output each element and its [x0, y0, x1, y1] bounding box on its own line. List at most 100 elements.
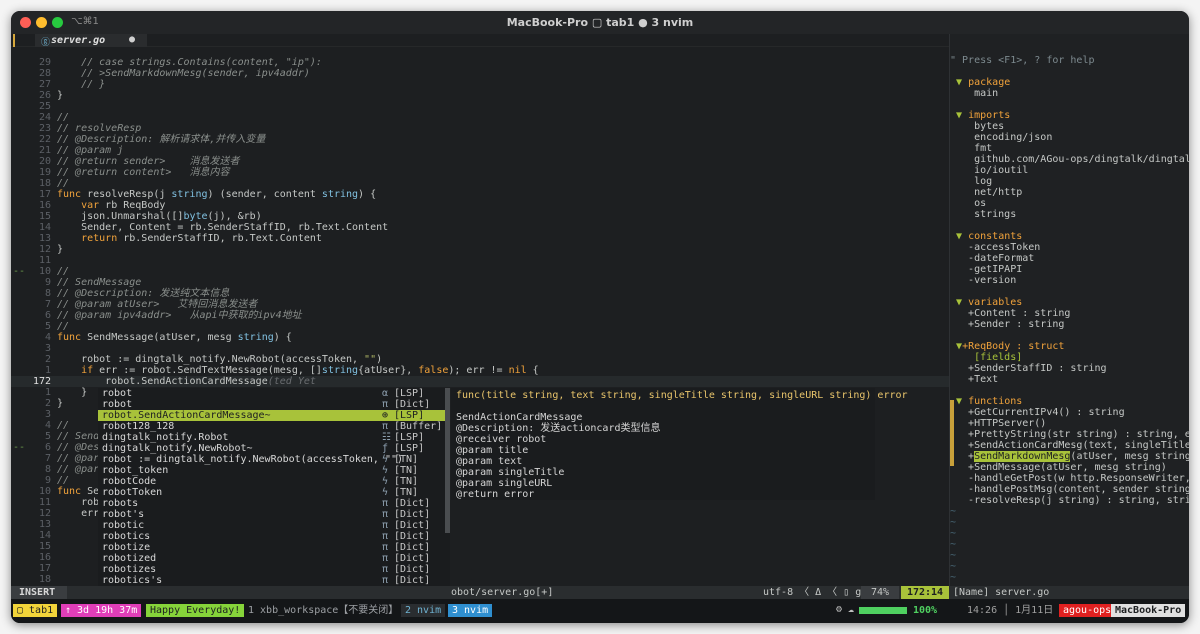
buffer-tab-filename[interactable]: server.go	[51, 35, 105, 46]
tagbar-item[interactable]: -version	[950, 275, 1189, 286]
tagbar-item[interactable]: +SendActionCardMesg(text, singleTitle	[950, 440, 1189, 451]
tagbar-item[interactable]: encoding/json	[950, 132, 1189, 143]
code-line[interactable]: 24 //	[11, 112, 949, 123]
completion-scrollbar[interactable]	[445, 388, 450, 533]
tagbar-section-header[interactable]: ▼ functions	[950, 396, 1189, 407]
completion-item[interactable]: robotToken ϟ [TN]	[98, 487, 450, 498]
code-line[interactable]: 8 // @Description: 发送纯文本信息	[11, 288, 949, 299]
completion-item[interactable]: robotized π [Dict]	[98, 553, 450, 564]
tmux-session[interactable]: ▢ tab1	[13, 604, 58, 617]
fold-triangle-icon[interactable]: ▼	[956, 77, 962, 88]
tagbar-section-header[interactable]: ▼ imports	[950, 110, 1189, 121]
completion-item[interactable]: robotCode ϟ [TN]	[98, 476, 450, 487]
code-line[interactable]: 9 // SendMessage	[11, 277, 949, 288]
code-line[interactable]: 21 // @param j	[11, 145, 949, 156]
tagbar-item[interactable]: net/http	[950, 187, 1189, 198]
code-line[interactable]: 2 robot := dingtalk_notify.NewRobot(acce…	[11, 354, 949, 365]
code-line[interactable]: 18 //	[11, 178, 949, 189]
tagbar-subgroup[interactable]: [fields]	[950, 352, 1189, 363]
tagbar-item[interactable]: -dateFormat	[950, 253, 1189, 264]
code-line[interactable]: 20 // @return sender> 消息发送者	[11, 156, 949, 167]
empty-line-marker: ~	[950, 539, 1189, 550]
tagbar-item-selected[interactable]: +SendMarkdownMesg(atUser, mesg string	[950, 451, 1189, 462]
completion-item[interactable]: robot's π [Dict]	[98, 509, 450, 520]
completion-item[interactable]: robot α [LSP]	[98, 388, 450, 399]
tagbar-item[interactable]: +HTTPServer()	[950, 418, 1189, 429]
code-line[interactable]: 7 // @param atUser> 艾特回消息发送者	[11, 299, 949, 310]
code-line[interactable]: 17 func resolveResp(j string) (sender, co…	[11, 189, 949, 200]
cursor-line[interactable]: 172 robot.SendActionCardMessage(ted Yet	[11, 376, 949, 387]
code-line[interactable]: 29 // case strings.Contains(content, "ip…	[11, 57, 949, 68]
tagbar-section-header[interactable]: ▼ package	[950, 77, 1189, 88]
doc-line: @Description: 发送actioncard类型信息	[456, 423, 661, 434]
code-line[interactable]: 10 //	[11, 266, 949, 277]
tmux-window-1[interactable]: 1 xbb_workspace【不要关闭】	[244, 604, 402, 617]
tagbar-item[interactable]: log	[950, 176, 1189, 187]
tagbar-item[interactable]: +SendMessage(atUser, mesg string)	[950, 462, 1189, 473]
code-line[interactable]: 19 // @return content> 消息内容	[11, 167, 949, 178]
code-line[interactable]: 5 //	[11, 321, 949, 332]
tagbar-section-header[interactable]: ▼ constants	[950, 231, 1189, 242]
tagbar-struct-header[interactable]: ▼+ReqBody : struct	[950, 341, 1189, 352]
tagbar-item[interactable]: os	[950, 198, 1189, 209]
code-line[interactable]: 25	[11, 101, 949, 112]
code-line[interactable]: 1 if err := robot.SendTextMessage(mesg, …	[11, 365, 949, 376]
tagbar-item[interactable]: strings	[950, 209, 1189, 220]
completion-item[interactable]: robot128_128 π [Buffer]	[98, 421, 450, 432]
fold-triangle-icon[interactable]: ▼	[956, 297, 962, 308]
completion-item[interactable]: robots π [Dict]	[98, 498, 450, 509]
tmux-window-2[interactable]: 2 nvim	[401, 604, 446, 617]
fold-triangle-icon[interactable]: ▼	[956, 231, 962, 242]
tagbar-item[interactable]: io/ioutil	[950, 165, 1189, 176]
completion-item[interactable]: robot := dingtalk_notify.NewRobot(access…	[98, 454, 450, 465]
tagbar-section-header[interactable]: ▼ variables	[950, 297, 1189, 308]
completion-item[interactable]: robot π [Dict]	[98, 399, 450, 410]
line-number: 6	[44, 442, 51, 453]
tagbar-item[interactable]: -handlePostMsg(content, sender string	[950, 484, 1189, 495]
code-line[interactable]: 13 return rb.SenderStaffID, rb.Text.Cont…	[11, 233, 949, 244]
code-line[interactable]: 12}	[11, 244, 949, 255]
code-line[interactable]: 4 func SendMessage(atUser, mesg string) {	[11, 332, 949, 343]
tagbar-item[interactable]: fmt	[950, 143, 1189, 154]
completion-item[interactable]: robotizes π [Dict]	[98, 564, 450, 575]
tagbar-item[interactable]: +Text	[950, 374, 1189, 385]
code-line[interactable]: 22 // @Description: 解析请求体,并传入变量	[11, 134, 949, 145]
tagbar-item[interactable]: github.com/AGou-ops/dingtalk/dingtal	[950, 154, 1189, 165]
code-line[interactable]: 6 // @param ipv4addr> 从api中获取的ipv4地址	[11, 310, 949, 321]
completion-item[interactable]: robotize π [Dict]	[98, 542, 450, 553]
tagbar-item[interactable]: -getIPAPI	[950, 264, 1189, 275]
fold-triangle-icon[interactable]: ▼	[956, 396, 962, 407]
tagbar-item[interactable]: +Sender : string	[950, 319, 1189, 330]
tagbar-item[interactable]: main	[950, 88, 1189, 99]
code-line[interactable]: 27 // }	[11, 79, 949, 90]
completion-item[interactable]: robotic π [Dict]	[98, 520, 450, 531]
line-number: 10	[38, 266, 51, 277]
tagbar-item[interactable]: +GetCurrentIPv4() : string	[950, 407, 1189, 418]
completion-item[interactable]: robotics's π [Dict]	[98, 575, 450, 586]
tagbar-item[interactable]: -accessToken	[950, 242, 1189, 253]
code-line[interactable]: 11	[11, 255, 949, 266]
completion-item[interactable]: robotics π [Dict]	[98, 531, 450, 542]
tagbar-panel[interactable]: " Press <F1>, ? for help ▼ package main …	[949, 34, 1189, 605]
code-line[interactable]: 28 // >SendMarkdownMesg(sender, ipv4addr…	[11, 68, 949, 79]
completion-item[interactable]: dingtalk_notify.Robot ☷ [LSP]	[98, 432, 450, 443]
completion-menu[interactable]: robot α [LSP] robot π [Dict] robot.SendActionC…	[98, 388, 450, 610]
completion-item[interactable]: robot.SendActionCardMessage~ ⊕ [LSP]	[98, 410, 450, 421]
tagbar-item[interactable]: +Content : string	[950, 308, 1189, 319]
tagbar-item[interactable]: -resolveResp(j string) : string, stri	[950, 495, 1189, 506]
code-line[interactable]: 26}	[11, 90, 949, 101]
completion-item[interactable]: robot_token ϟ [TN]	[98, 465, 450, 476]
completion-word: robot_token	[102, 465, 169, 476]
fold-triangle-icon[interactable]: ▼	[956, 110, 962, 121]
tagbar-item[interactable]: -handleGetPost(w http.ResponseWriter,	[950, 473, 1189, 484]
code-line[interactable]: 3	[11, 343, 949, 354]
tagbar-item[interactable]: +SenderStaffID : string	[950, 363, 1189, 374]
code-line[interactable]: 16 var rb ReqBody	[11, 200, 949, 211]
tagbar-item[interactable]: bytes	[950, 121, 1189, 132]
code-line[interactable]: 23 // resolveResp	[11, 123, 949, 134]
code-line[interactable]: 15 json.Unmarshal([]byte(j), &rb)	[11, 211, 949, 222]
tmux-window-3[interactable]: 3 nvim	[448, 604, 493, 617]
completion-item[interactable]: dingtalk_notify.NewRobot~ ƒ [LSP]	[98, 443, 450, 454]
code-line[interactable]: 14 Sender, Content = rb.SenderStaffID, r…	[11, 222, 949, 233]
tagbar-item[interactable]: +PrettyString(str string) : string, e	[950, 429, 1189, 440]
